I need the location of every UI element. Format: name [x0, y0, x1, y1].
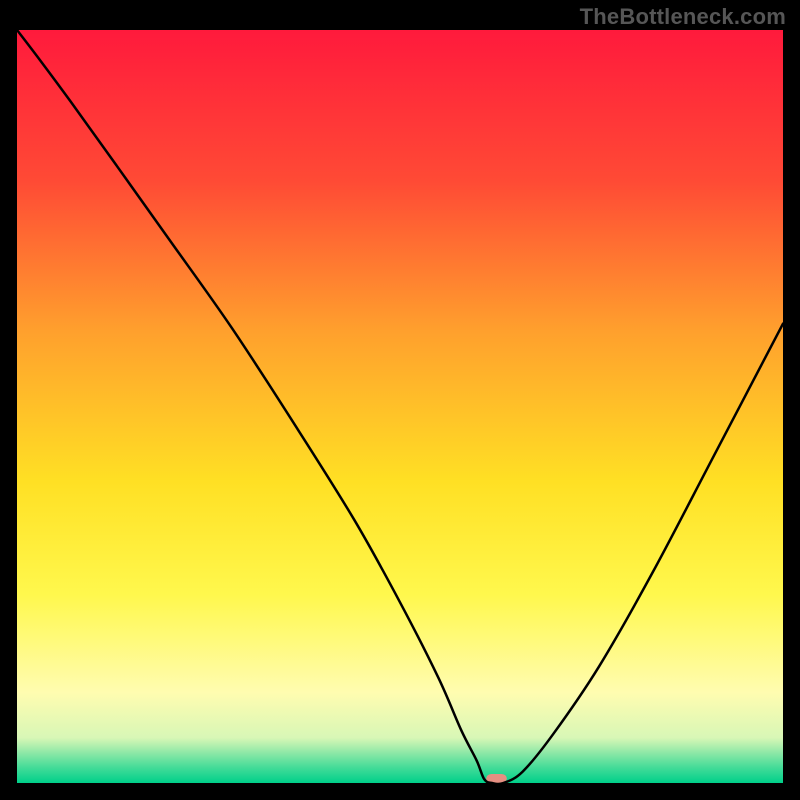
chart-background	[17, 30, 783, 783]
chart-container: TheBottleneck.com	[0, 0, 800, 800]
chart-svg	[17, 30, 783, 783]
watermark-text: TheBottleneck.com	[580, 4, 786, 30]
plot-area	[17, 30, 783, 783]
